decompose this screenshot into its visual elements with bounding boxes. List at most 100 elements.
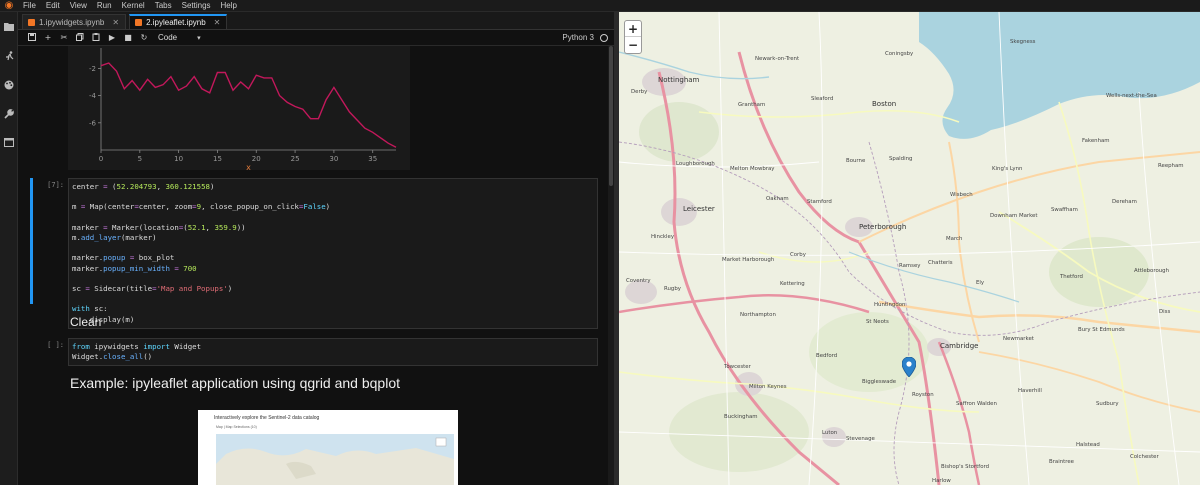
jupyter-logo-icon: ◉ (4, 0, 14, 11)
place-label: Stamford (807, 199, 832, 205)
series-line (100, 62, 397, 148)
menu-file[interactable]: File (18, 0, 41, 12)
x-tick-label: 20 (252, 155, 261, 163)
chevron-down-icon[interactable]: ▾ (197, 34, 201, 42)
place-label: Attleborough (1134, 268, 1170, 274)
zoom-out-button[interactable]: − (625, 37, 641, 53)
menu-kernel[interactable]: Kernel (117, 0, 150, 12)
scrollbar-thumb[interactable] (609, 46, 613, 186)
plot-output: 0 5 10 15 20 25 30 35 -2 -4 -6 x (68, 46, 410, 170)
menu-run[interactable]: Run (92, 0, 117, 12)
place-label: Cambridge (940, 342, 979, 350)
place-label: Chatteris (928, 260, 953, 266)
place-label: Stevenage (846, 436, 875, 442)
place-label: Colchester (1130, 454, 1159, 460)
menu-view[interactable]: View (65, 0, 92, 12)
place-label: Sleaford (811, 96, 834, 102)
place-label: Dereham (1112, 199, 1137, 205)
place-label: St Neots (866, 319, 889, 325)
place-label: Bourne (846, 158, 866, 164)
place-label: March (946, 236, 963, 242)
code-cell-clean[interactable]: [ ]: from ipywidgets import Widget Widge… (47, 338, 598, 367)
tabs-icon[interactable] (0, 128, 18, 157)
add-cell-icon[interactable]: + (40, 33, 56, 42)
place-label: Kettering (780, 281, 805, 287)
map-marker-icon[interactable] (901, 356, 917, 378)
x-tick-label: 5 (138, 155, 142, 163)
code-editor[interactable]: center = (52.204793, 360.121558) m = Map… (68, 178, 598, 329)
y-tick-label: -2 (89, 65, 96, 73)
place-label: Diss (1159, 309, 1171, 315)
place-label: Ely (976, 280, 985, 286)
place-label: Milton Keynes (749, 384, 787, 390)
wrench-icon[interactable] (0, 99, 18, 128)
place-label: Grantham (738, 102, 766, 108)
place-label: Bishop's Stortford (941, 464, 990, 470)
menu-settings[interactable]: Settings (177, 0, 216, 12)
place-label: Swaffham (1051, 207, 1078, 213)
place-label: Buckingham (724, 414, 758, 420)
place-label: Haverhill (1018, 388, 1042, 394)
y-tick-label: -6 (89, 119, 97, 127)
map-panel[interactable]: Nottingham Derby Grantham Boston Spalding Lei… (619, 12, 1200, 485)
active-cell-indicator (30, 178, 33, 304)
place-label: Bury St Edmunds (1078, 327, 1125, 333)
cell-type-select[interactable]: Code (158, 33, 177, 42)
palette-icon[interactable] (0, 70, 18, 99)
restart-icon[interactable]: ↻ (136, 33, 152, 42)
place-label: Coningsby (885, 51, 914, 57)
place-label: Sudbury (1096, 401, 1119, 407)
menu-tabs[interactable]: Tabs (150, 0, 177, 12)
tab-ipyleaflet[interactable]: 2.ipyleaflet.ipynb ✕ (129, 14, 228, 29)
notebook-toolbar: + ✂ ▶ ■ ↻ Code ▾ Python 3 (18, 30, 614, 46)
x-tick-label: 25 (291, 155, 300, 163)
place-label: Harlow (932, 478, 951, 484)
save-icon[interactable] (24, 32, 40, 43)
running-icon[interactable] (0, 41, 18, 70)
left-sidebar (0, 12, 18, 485)
map-tiles (619, 12, 1200, 485)
kernel-status-icon (600, 33, 608, 42)
code-editor[interactable]: from ipywidgets import Widget Widget.clo… (68, 338, 598, 367)
place-label: Coventry (626, 278, 651, 284)
tab-ipywidgets[interactable]: 1.ipywidgets.ipynb ✕ (22, 14, 127, 29)
cell-prompt: [7]: (47, 181, 64, 189)
paste-icon[interactable] (88, 32, 104, 43)
zoom-control[interactable]: + − (624, 20, 642, 54)
cut-icon[interactable]: ✂ (56, 33, 72, 42)
place-label: Downham Market (990, 213, 1038, 219)
copy-icon[interactable] (72, 32, 88, 43)
place-label: Market Harborough (722, 257, 775, 263)
notebook-icon (135, 19, 143, 26)
app-title: Interactively explore the Sentinel-2 dat… (214, 415, 320, 421)
menu-help[interactable]: Help (216, 0, 242, 12)
x-tick-label: 35 (368, 155, 377, 163)
tab-label: 1.ipywidgets.ipynb (39, 17, 105, 27)
place-label: Hinckley (651, 234, 675, 240)
place-label: Nottingham (658, 76, 700, 84)
clean-heading: Clean (70, 315, 102, 329)
place-label: Leicester (683, 205, 715, 213)
x-tick-label: 0 (99, 155, 103, 163)
zoom-in-button[interactable]: + (625, 21, 641, 37)
run-icon[interactable]: ▶ (104, 33, 120, 42)
place-label: Braintree (1049, 459, 1074, 465)
place-label: Ramsey (899, 263, 921, 269)
app-map-thumbnail (216, 434, 454, 485)
x-tick-label: 10 (174, 155, 183, 163)
place-label: Royston (912, 392, 934, 398)
place-label: Huntingdon (874, 302, 906, 308)
kernel-name[interactable]: Python 3 (562, 33, 594, 42)
place-label: Wisbech (950, 192, 973, 198)
menu-edit[interactable]: Edit (41, 0, 65, 12)
place-label: Wells-next-the-Sea (1106, 93, 1157, 99)
notebook-content[interactable]: 0 5 10 15 20 25 30 35 -2 -4 -6 x [7]: center = (52.… (18, 46, 608, 485)
place-label: Spalding (889, 156, 913, 162)
stop-icon[interactable]: ■ (120, 33, 136, 42)
close-icon[interactable]: ✕ (112, 18, 119, 27)
close-icon[interactable]: ✕ (214, 18, 221, 27)
tab-label: 2.ipyleaflet.ipynb (146, 18, 206, 27)
code-cell-7[interactable]: [7]: center = (52.204793, 360.121558) m … (30, 178, 598, 329)
folder-icon[interactable] (0, 12, 18, 41)
place-label: Loughborough (676, 161, 715, 167)
